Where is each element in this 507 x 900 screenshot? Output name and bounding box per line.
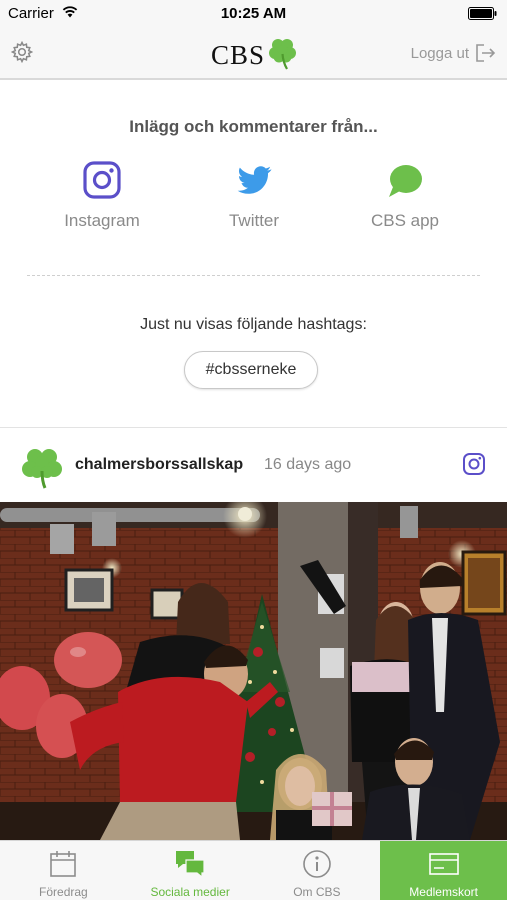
post-author[interactable]: chalmersborssallskap: [75, 456, 243, 474]
source-label: Instagram: [64, 211, 140, 230]
tab-sociala-medier[interactable]: Sociala medier: [127, 841, 254, 900]
logo-text: CBS: [211, 40, 266, 70]
shamrock-icon: [269, 39, 296, 70]
nav-bar: CBS Logga ut: [0, 28, 507, 80]
post-header: chalmersborssallskap 16 days ago: [0, 428, 507, 502]
logout-icon: [476, 44, 496, 62]
tab-bar: Föredrag Sociala medier Om CBS Medlemsko…: [0, 840, 507, 900]
post-time: 16 days ago: [264, 456, 352, 473]
twitter-bird-icon: [237, 166, 272, 194]
logout-label: Logga ut: [410, 44, 469, 62]
chat-bubbles-icon: [176, 851, 205, 879]
clock: 10:25 AM: [220, 5, 287, 22]
hashtag-pill[interactable]: #cbsserneke: [184, 351, 318, 389]
instagram-icon[interactable]: [462, 452, 486, 476]
source-label: CBS app: [370, 211, 440, 230]
tab-label: Sociala medier: [150, 885, 230, 899]
sources-title: Inlägg och kommentarer från...: [129, 117, 378, 136]
source-cbs-app[interactable]: CBS app: [325, 160, 485, 231]
avatar[interactable]: [20, 445, 64, 489]
logout-button[interactable]: Logga ut: [411, 42, 497, 64]
cbs-logo: CBS: [209, 36, 301, 72]
info-icon: [303, 850, 331, 878]
party-photo-image: [0, 502, 507, 840]
source-label: Twitter: [228, 211, 280, 230]
card-icon: [428, 853, 459, 875]
source-twitter[interactable]: Twitter: [174, 160, 334, 231]
tab-label: Föredrag: [39, 885, 88, 899]
tab-label: Medlemskort: [409, 885, 478, 899]
divider: [27, 275, 480, 276]
status-bar: Carrier 10:25 AM: [0, 0, 507, 28]
tab-foredrag[interactable]: Föredrag: [0, 841, 127, 900]
hashtags-title: Just nu visas följande hashtags:: [140, 316, 367, 333]
gear-icon[interactable]: [11, 41, 33, 63]
tab-medlemskort[interactable]: Medlemskort: [380, 841, 507, 900]
instagram-icon: [83, 161, 121, 199]
chat-bubble-icon: [389, 165, 422, 197]
calendar-icon: [50, 851, 77, 877]
post-photo[interactable]: [0, 502, 507, 840]
source-instagram[interactable]: Instagram: [22, 160, 182, 231]
tab-label: Om CBS: [293, 885, 341, 899]
battery-icon: [468, 7, 497, 20]
tab-om-cbs[interactable]: Om CBS: [254, 841, 381, 900]
